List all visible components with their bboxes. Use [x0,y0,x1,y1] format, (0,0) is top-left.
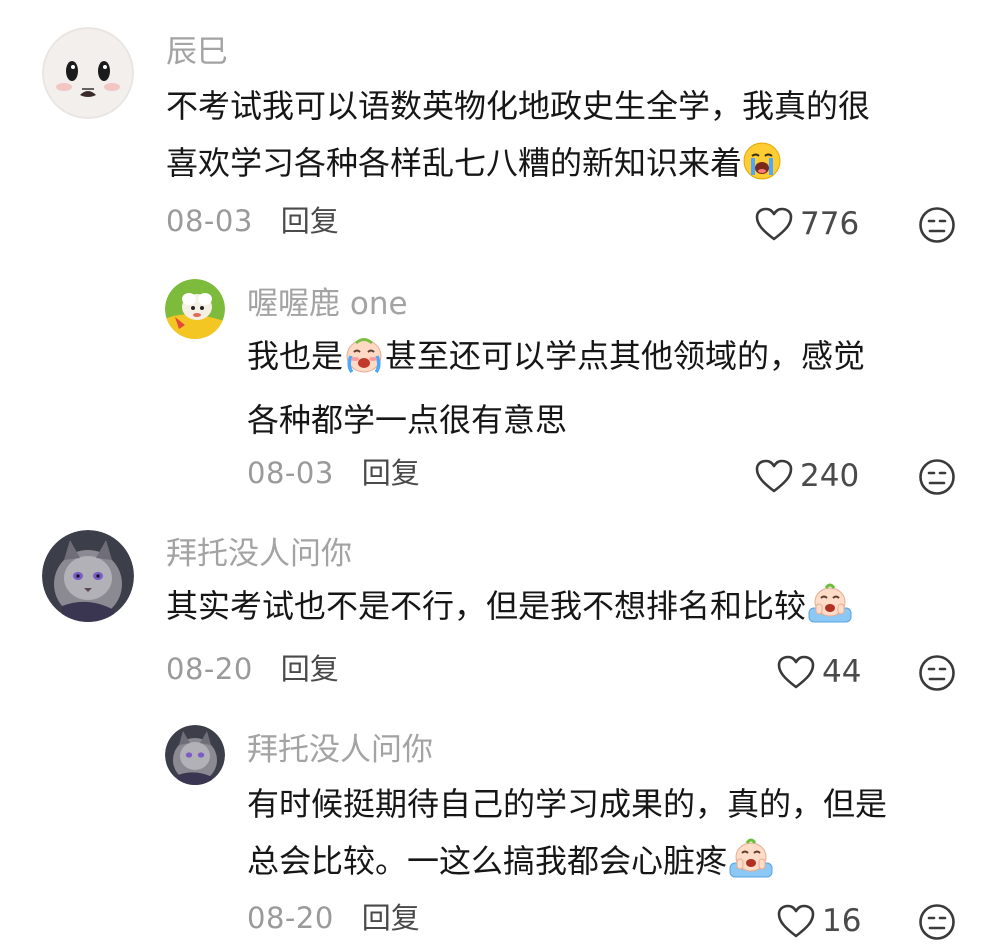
comment-date: 08-03 [166,204,253,238]
comment-text-line: 其实考试也不是不行，但是我不想排名和比较 [166,578,854,642]
comment-text: 我也是 甚至还可以学点其他领域的，感觉 各种都学一点很有意思 [247,328,865,449]
like-button[interactable]: 44 [776,652,861,692]
comment-text: 其实考试也不是不行，但是我不想排名和比较 [166,578,854,642]
heart-outline-icon [777,904,815,938]
comment-text-segment: 甚至还可以学点其他领域的，感觉 [385,337,866,375]
like-button[interactable]: 776 [754,204,859,244]
avatar[interactable] [165,279,225,339]
heart-outline-icon [777,655,815,689]
heart-outline-icon [755,207,793,241]
comment-meta: 08-03 回复 [247,455,420,491]
comment-date: 08-20 [247,901,334,935]
meh-face-icon[interactable] [918,206,956,244]
heart-outline-icon [755,459,793,493]
comment-date: 08-20 [166,652,253,686]
avatar[interactable] [42,27,134,119]
avatar[interactable] [42,530,134,622]
reply-button[interactable]: 回复 [362,901,420,935]
comment-text-segment: 其实考试也不是不行，但是我不想排名和比较 [166,587,807,625]
comment-text-segment: 喜欢学习各种各样乱七八糟的新知识来着 [166,144,743,182]
comment-meta: 08-03 回复 [166,203,339,239]
like-count: 776 [800,206,860,242]
reply-button[interactable]: 回复 [362,456,420,490]
like-count: 16 [822,903,862,939]
comment-text-segment: 我也是 [247,337,344,375]
comment-text: 不考试我可以语数英物化地政史生全学，我真的很 喜欢学习各种各样乱七八糟的新知识来… [166,78,870,199]
like-count: 44 [822,654,862,690]
like-button[interactable]: 16 [776,901,861,941]
comment-text-line: 喜欢学习各种各样乱七八糟的新知识来着 [166,135,870,199]
crying-baby-sticker-emoji [727,837,775,897]
meh-face-icon[interactable] [918,654,956,692]
comment-meta: 08-20 回复 [247,900,420,936]
like-count: 240 [800,458,860,494]
comment-text: 有时候挺期待自己的学习成果的，真的，但是 总会比较。一这么搞我都会心脏疼 [247,776,887,897]
avatar[interactable] [165,725,225,785]
comment-text-line: 不考试我可以语数英物化地政史生全学，我真的很 [166,87,871,125]
crying-baby-emoji [343,334,385,392]
comment-username[interactable]: 拜托没人问你 [247,732,433,768]
crying-baby-sticker-emoji [806,582,854,642]
comment-text-segment: 总会比较。一这么搞我都会心脏疼 [247,842,728,880]
comment-meta: 08-20 回复 [166,651,339,687]
loudly-crying-emoji [742,141,782,199]
comment-text-line: 总会比较。一这么搞我都会心脏疼 [247,833,887,897]
comment-thread: 辰巳 不考试我可以语数英物化地政史生全学，我真的很 喜欢学习各种各样乱七八糟的新… [0,0,1000,951]
comment-username[interactable]: 拜托没人问你 [166,536,352,572]
comment-date: 08-03 [247,456,334,490]
like-button[interactable]: 240 [754,456,859,496]
meh-face-icon[interactable] [918,458,956,496]
comment-username[interactable]: 辰巳 [166,34,228,70]
meh-face-icon[interactable] [918,903,956,941]
reply-button[interactable]: 回复 [281,204,339,238]
comment-username[interactable]: 喔喔鹿 one [247,286,408,322]
comment-text-line: 有时候挺期待自己的学习成果的，真的，但是 [247,785,888,823]
comment-text-line: 我也是 甚至还可以学点其他领域的，感觉 [247,328,865,392]
reply-button[interactable]: 回复 [281,652,339,686]
comment-text-line: 各种都学一点很有意思 [247,401,568,439]
